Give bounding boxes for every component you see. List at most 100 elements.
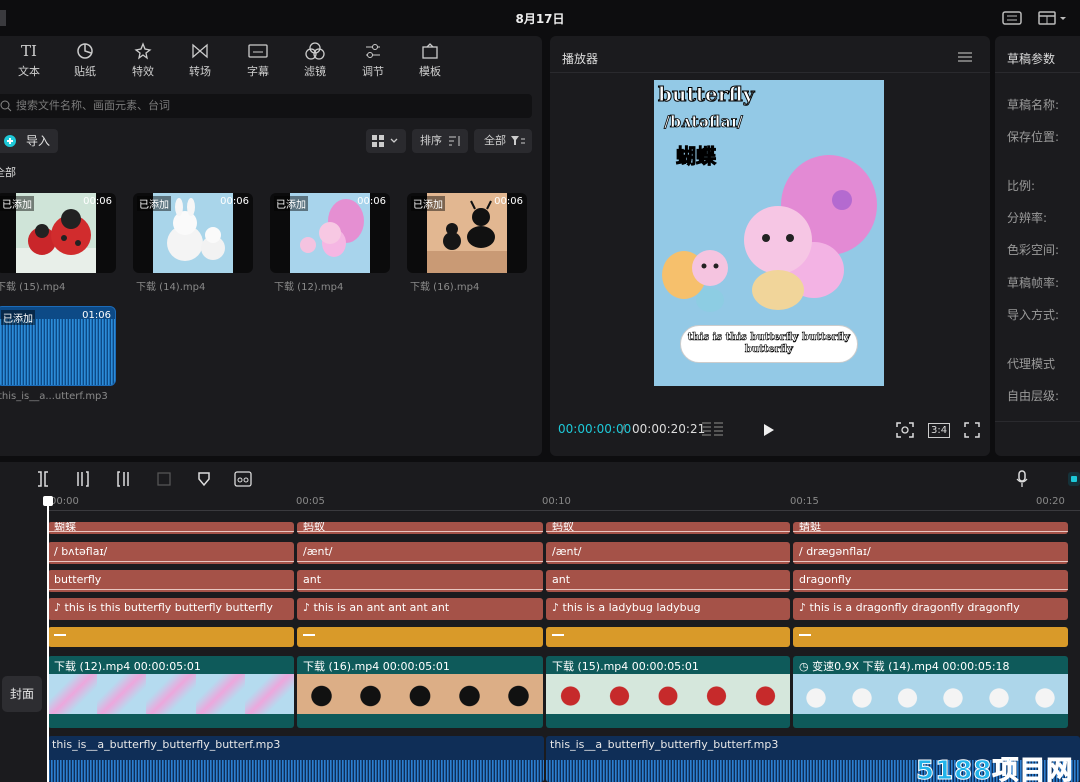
effect-clip[interactable] [793,627,1068,647]
view-mode-button[interactable] [366,129,406,153]
effects-icon [118,40,168,62]
tab-template[interactable]: 模板 [405,40,455,79]
effect-clip[interactable] [48,627,294,647]
microphone-icon[interactable] [1015,470,1029,488]
shield-icon[interactable] [197,471,211,487]
grid-icon [372,135,398,147]
split-icon[interactable] [36,471,50,487]
media-item-name: 下载 (14).mp4 [136,282,206,293]
butterfly-illustration [662,155,877,312]
tts-caption-clip[interactable]: ♪ this is a ladybug ladybug [546,598,790,620]
cover-button[interactable]: 封面 [2,676,42,712]
param-label: 导入方式: [1007,308,1060,322]
media-panel: TI 文本 贴纸 特效 转场 字幕 滤镜 调节 模板 搜索文件名称、画面元素、台… [0,36,542,456]
video-clip[interactable]: ◷ 变速0.9X 下载 (14).mp4 00:00:05:18 [793,656,1068,728]
tab-adjust[interactable]: 调节 [348,40,398,79]
time-ruler[interactable]: 00:00 00:05 00:10 00:15 00:20 [48,496,1080,514]
timeline-toolbar [0,462,1080,496]
list-icon[interactable] [702,422,724,436]
player-title: 播放器 [562,52,599,66]
media-item-name: 下载 (12).mp4 [274,282,344,293]
media-item[interactable]: 已添加 00:06 [133,193,253,273]
media-item-name: this_is__a...utterf.mp3 [0,391,108,402]
speed-icon: ◷ [799,660,813,673]
param-label: 分辨率: [1007,211,1048,225]
media-item-audio[interactable]: 已添加 01:06 [0,306,116,386]
sticker-icon [60,40,110,62]
tts-caption-clip[interactable]: ♪ this is this butterfly butterfly butte… [48,598,294,620]
video-clip[interactable]: 下载 (16).mp4 00:00:05:01 [297,656,543,728]
cut-icon[interactable] [234,471,252,487]
param-label: 保存位置: [1007,130,1060,144]
fit-screen-icon[interactable] [896,422,914,438]
param-label: 代理模式 [1007,357,1056,371]
trim-right-icon[interactable] [116,471,130,487]
layout-icon[interactable] [1038,10,1068,26]
audio-clip[interactable]: this_is__a_butterfly_butterfly_butterf.m… [48,736,544,782]
caption-clip[interactable]: 蝴蝶 [48,522,294,534]
param-label: 草稿帧率: [1007,276,1060,290]
video-clip[interactable]: 下载 (12).mp4 00:00:05:01 [48,656,294,728]
video-preview[interactable]: butterfly /bʌtəflaɪ/ 蝴蝶 this is this but… [654,80,884,386]
playhead[interactable] [43,496,53,782]
delete-icon[interactable] [157,472,171,486]
tab-filter[interactable]: 滤镜 [290,40,340,79]
import-button[interactable]: 导入 [0,129,58,153]
tab-subtitle[interactable]: 字幕 [233,40,283,79]
filter-all-button[interactable]: 全部 [474,129,532,153]
audio-waveform [0,319,115,385]
caption-clip[interactable]: /ænt/ [546,542,790,564]
tts-icon: ♪ [552,601,563,614]
tab-text[interactable]: TI 文本 [4,40,54,79]
tab-sticker[interactable]: 贴纸 [60,40,110,79]
caption-clip[interactable]: 蚂蚁 [297,522,543,534]
param-label: 比例: [1007,179,1036,193]
adjust-icon [348,40,398,62]
caption-clip[interactable]: /ænt/ [297,542,543,564]
tab-transition[interactable]: 转场 [175,40,225,79]
preview-phonetic: /bʌtəflaɪ/ [664,112,744,132]
transition-icon [175,40,225,62]
search-placeholder: 搜索文件名称、画面元素、台词 [16,99,170,112]
caption-clip[interactable]: ant [546,570,790,592]
caption-clip[interactable]: 蚂蚁 [546,522,790,534]
media-toolbar: TI 文本 贴纸 特效 转场 字幕 滤镜 调节 模板 [0,36,542,84]
media-item[interactable]: 已添加 00:06 [270,193,390,273]
tts-icon: ♪ [54,601,65,614]
media-item[interactable]: 已添加 00:06 [0,193,116,273]
effect-clip[interactable] [297,627,543,647]
timecode-separator: / [621,422,626,436]
search-input[interactable]: 搜索文件名称、画面元素、台词 [0,94,532,118]
caption-clip[interactable]: butterfly [48,570,294,592]
media-item[interactable]: 已添加 00:06 [407,193,527,273]
keyboard-icon[interactable] [1002,10,1022,26]
sort-button[interactable]: 排序 [412,129,468,153]
tts-icon: ♪ [799,601,810,614]
tts-caption-clip[interactable]: ♪ this is a dragonfly dragonfly dragonfl… [793,598,1068,620]
ruler-baseline [48,510,1080,511]
caption-clip[interactable]: 蜻蜓 [793,522,1068,534]
play-button[interactable] [764,424,774,436]
ruler-tick: 00:15 [790,496,819,507]
caption-clip[interactable]: dragonfly [793,570,1068,592]
timeline-panel: 00:00 00:05 00:10 00:15 00:20 蝴蝶 蚂蚁 蚂蚁 蜻… [0,496,1080,782]
caption-clip[interactable]: ant [297,570,543,592]
video-frames [546,674,790,714]
divider [995,421,1080,422]
caption-clip[interactable]: / dræɡənflaɪ/ [793,542,1068,564]
fullscreen-icon[interactable] [964,422,980,438]
tts-caption-clip[interactable]: ♪ this is an ant ant ant ant [297,598,543,620]
caption-clip[interactable]: / bʌtəflaɪ/ [48,542,294,564]
ruler-tick: 00:20 [1036,496,1065,507]
snap-toggle[interactable] [1068,472,1080,486]
menu-icon[interactable] [958,52,972,62]
tab-effects[interactable]: 特效 [118,40,168,79]
video-clip[interactable]: 下载 (15).mp4 00:00:05:01 [546,656,790,728]
funnel-icon [511,136,525,145]
effect-clip[interactable] [546,627,790,647]
video-frames [48,674,294,714]
trim-left-icon[interactable] [76,471,90,487]
ratio-button[interactable]: 3:4 [928,423,951,438]
video-frames [297,674,543,714]
ruler-tick: 00:05 [296,496,325,507]
